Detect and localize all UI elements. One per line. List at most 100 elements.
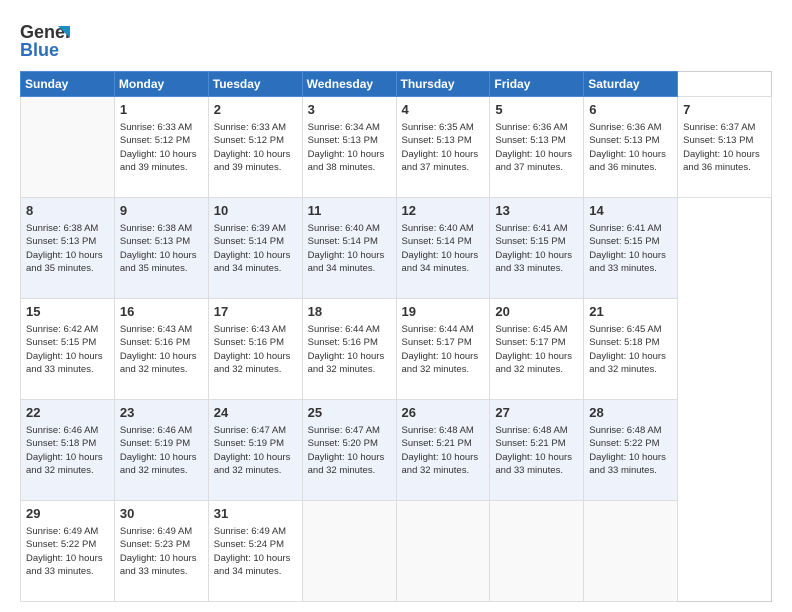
day-cell-16: 16Sunrise: 6:43 AMSunset: 5:16 PMDayligh… (114, 299, 208, 400)
sunrise-text: Sunrise: 6:41 AM (495, 223, 567, 234)
daylight-text: Daylight: 10 hours and 33 minutes. (26, 351, 103, 375)
sunset-text: Sunset: 5:13 PM (402, 135, 472, 146)
sunrise-text: Sunrise: 6:48 AM (589, 425, 661, 436)
empty-cell (490, 501, 584, 602)
day-number: 12 (402, 202, 485, 220)
sunrise-text: Sunrise: 6:33 AM (120, 122, 192, 133)
daylight-text: Daylight: 10 hours and 34 minutes. (214, 250, 291, 274)
day-number: 2 (214, 101, 297, 119)
day-cell-30: 30Sunrise: 6:49 AMSunset: 5:23 PMDayligh… (114, 501, 208, 602)
sunrise-text: Sunrise: 6:49 AM (214, 526, 286, 537)
day-cell-2: 2Sunrise: 6:33 AMSunset: 5:12 PMDaylight… (208, 97, 302, 198)
day-number: 29 (26, 505, 109, 523)
sunrise-text: Sunrise: 6:47 AM (214, 425, 286, 436)
empty-cell (302, 501, 396, 602)
sunset-text: Sunset: 5:13 PM (589, 135, 659, 146)
sunrise-text: Sunrise: 6:49 AM (26, 526, 98, 537)
svg-text:Blue: Blue (20, 40, 59, 60)
sunset-text: Sunset: 5:19 PM (120, 438, 190, 449)
day-number: 30 (120, 505, 203, 523)
sunset-text: Sunset: 5:12 PM (214, 135, 284, 146)
day-number: 7 (683, 101, 766, 119)
sunrise-text: Sunrise: 6:39 AM (214, 223, 286, 234)
calendar-week-0: 1Sunrise: 6:33 AMSunset: 5:12 PMDaylight… (21, 97, 772, 198)
sunset-text: Sunset: 5:13 PM (120, 236, 190, 247)
daylight-text: Daylight: 10 hours and 36 minutes. (589, 149, 666, 173)
day-cell-27: 27Sunrise: 6:48 AMSunset: 5:21 PMDayligh… (490, 400, 584, 501)
daylight-text: Daylight: 10 hours and 37 minutes. (402, 149, 479, 173)
day-cell-20: 20Sunrise: 6:45 AMSunset: 5:17 PMDayligh… (490, 299, 584, 400)
calendar-header-wednesday: Wednesday (302, 72, 396, 97)
daylight-text: Daylight: 10 hours and 33 minutes. (120, 553, 197, 577)
day-number: 31 (214, 505, 297, 523)
sunset-text: Sunset: 5:22 PM (589, 438, 659, 449)
empty-cell (584, 501, 678, 602)
daylight-text: Daylight: 10 hours and 37 minutes. (495, 149, 572, 173)
sunset-text: Sunset: 5:18 PM (589, 337, 659, 348)
daylight-text: Daylight: 10 hours and 36 minutes. (683, 149, 760, 173)
day-number: 18 (308, 303, 391, 321)
day-number: 17 (214, 303, 297, 321)
sunset-text: Sunset: 5:19 PM (214, 438, 284, 449)
sunrise-text: Sunrise: 6:37 AM (683, 122, 755, 133)
sunset-text: Sunset: 5:16 PM (120, 337, 190, 348)
day-number: 21 (589, 303, 672, 321)
day-number: 10 (214, 202, 297, 220)
day-cell-14: 14Sunrise: 6:41 AMSunset: 5:15 PMDayligh… (584, 198, 678, 299)
calendar-header-monday: Monday (114, 72, 208, 97)
sunset-text: Sunset: 5:16 PM (308, 337, 378, 348)
calendar-week-3: 22Sunrise: 6:46 AMSunset: 5:18 PMDayligh… (21, 400, 772, 501)
calendar-header-friday: Friday (490, 72, 584, 97)
daylight-text: Daylight: 10 hours and 35 minutes. (120, 250, 197, 274)
daylight-text: Daylight: 10 hours and 32 minutes. (26, 452, 103, 476)
day-cell-24: 24 Sunrise: 6:47 AM Sunset: 5:19 PM Dayligh… (208, 400, 302, 501)
sunrise-text: Sunrise: 6:34 AM (308, 122, 380, 133)
day-cell-10: 10 Sunrise: 6:39 AM Sunset: 5:14 PM Dayligh… (208, 198, 302, 299)
day-cell-6: 6Sunrise: 6:36 AMSunset: 5:13 PMDaylight… (584, 97, 678, 198)
sunset-text: Sunset: 5:20 PM (308, 438, 378, 449)
day-number: 25 (308, 404, 391, 422)
day-cell-28: 28Sunrise: 6:48 AMSunset: 5:22 PMDayligh… (584, 400, 678, 501)
empty-cell (21, 97, 115, 198)
daylight-text: Daylight: 10 hours and 38 minutes. (308, 149, 385, 173)
day-number: 24 (214, 404, 297, 422)
daylight-text: Daylight: 10 hours and 39 minutes. (120, 149, 197, 173)
sunset-text: Sunset: 5:15 PM (26, 337, 96, 348)
day-cell-19: 19Sunrise: 6:44 AMSunset: 5:17 PMDayligh… (396, 299, 490, 400)
day-cell-17: 17Sunrise: 6:43 AMSunset: 5:16 PMDayligh… (208, 299, 302, 400)
day-cell-11: 11Sunrise: 6:40 AMSunset: 5:14 PMDayligh… (302, 198, 396, 299)
day-cell-25: 25Sunrise: 6:47 AMSunset: 5:20 PMDayligh… (302, 400, 396, 501)
daylight-text: Daylight: 10 hours and 32 minutes. (214, 351, 291, 375)
day-number: 27 (495, 404, 578, 422)
day-cell-18: 18Sunrise: 6:44 AMSunset: 5:16 PMDayligh… (302, 299, 396, 400)
sunrise-text: Sunrise: 6:43 AM (120, 324, 192, 335)
day-cell-8: 8Sunrise: 6:38 AMSunset: 5:13 PMDaylight… (21, 198, 115, 299)
sunset-text: Sunset: 5:22 PM (26, 539, 96, 550)
calendar-header-thursday: Thursday (396, 72, 490, 97)
sunrise-text: Sunrise: 6:46 AM (120, 425, 192, 436)
sunset-text: Sunset: 5:13 PM (308, 135, 378, 146)
daylight-text: Daylight: 10 hours and 32 minutes. (402, 351, 479, 375)
sunrise-text: Sunrise: 6:47 AM (308, 425, 380, 436)
sunset-text: Sunset: 5:17 PM (402, 337, 472, 348)
day-cell-9: 9Sunrise: 6:38 AMSunset: 5:13 PMDaylight… (114, 198, 208, 299)
day-number: 16 (120, 303, 203, 321)
page: General Blue SundayMondayTuesdayWednesda… (0, 0, 792, 612)
sunrise-text: Sunrise: 6:45 AM (589, 324, 661, 335)
sunrise-text: Sunrise: 6:49 AM (120, 526, 192, 537)
daylight-text: Daylight: 10 hours and 32 minutes. (308, 351, 385, 375)
sunset-text: Sunset: 5:12 PM (120, 135, 190, 146)
daylight-text: Daylight: 10 hours and 33 minutes. (589, 452, 666, 476)
sunset-text: Sunset: 5:14 PM (214, 236, 284, 247)
daylight-text: Daylight: 10 hours and 39 minutes. (214, 149, 291, 173)
sunrise-text: Sunrise: 6:38 AM (26, 223, 98, 234)
sunrise-text: Sunrise: 6:48 AM (495, 425, 567, 436)
day-number: 14 (589, 202, 672, 220)
daylight-text: Daylight: 10 hours and 32 minutes. (214, 452, 291, 476)
sunrise-text: Sunrise: 6:36 AM (589, 122, 661, 133)
calendar-week-1: 8Sunrise: 6:38 AMSunset: 5:13 PMDaylight… (21, 198, 772, 299)
day-cell-3: 3Sunrise: 6:34 AMSunset: 5:13 PMDaylight… (302, 97, 396, 198)
sunrise-text: Sunrise: 6:40 AM (308, 223, 380, 234)
sunset-text: Sunset: 5:16 PM (214, 337, 284, 348)
calendar-header-tuesday: Tuesday (208, 72, 302, 97)
